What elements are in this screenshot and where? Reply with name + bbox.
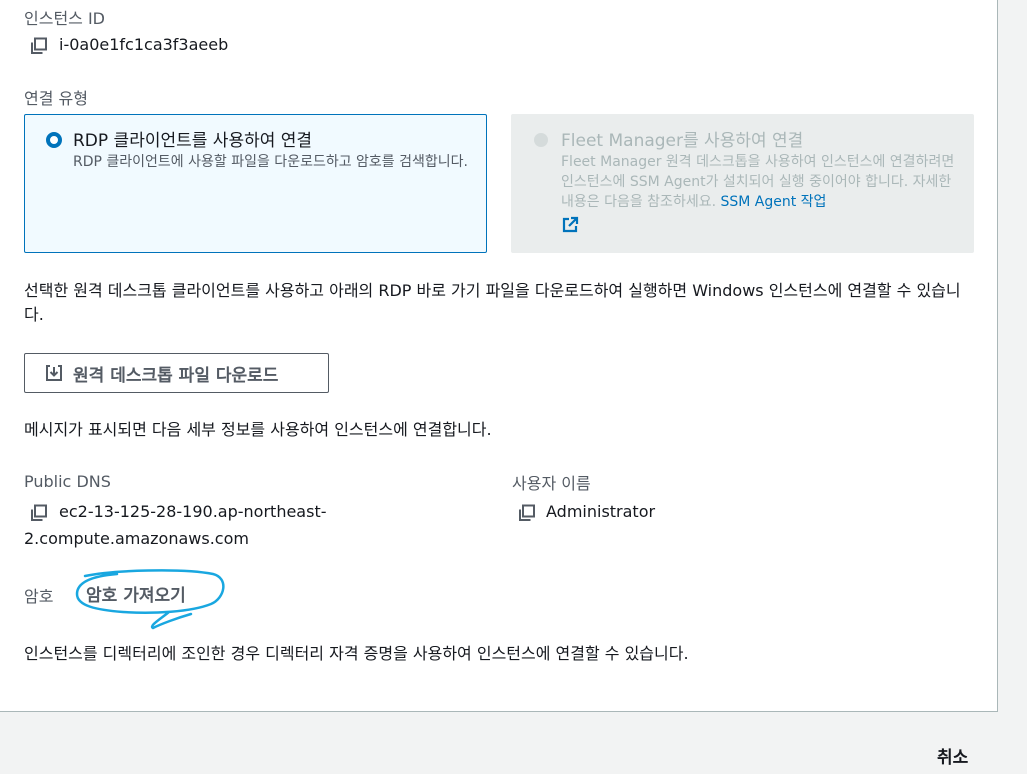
radio-disabled-icon (534, 133, 548, 147)
copy-icon[interactable] (30, 37, 48, 55)
instance-id-label: 인스턴스 ID (24, 9, 106, 28)
external-link-icon[interactable] (561, 216, 579, 240)
rdp-client-option[interactable]: RDP 클라이언트를 사용하여 연결 RDP 클라이언트에 사용할 파일을 다운… (24, 114, 487, 253)
rdp-intro-text: 선택한 원격 데스크톱 클라이언트를 사용하고 아래의 RDP 바로 가기 파일… (24, 281, 961, 324)
fleet-manager-option: Fleet Manager를 사용하여 연결 Fleet Manager 원격 … (511, 114, 974, 253)
rdp-option-title: RDP 클라이언트를 사용하여 연결 (73, 131, 313, 151)
fleet-option-title: Fleet Manager를 사용하여 연결 (561, 131, 804, 151)
connect-panel: 인스턴스 ID i-0a0e1fc1ca3f3aeeb 연결 유형 RDP 클라… (0, 0, 998, 712)
prompt-text: 메시지가 표시되면 다음 세부 정보를 사용하여 인스턴스에 연결합니다. (24, 420, 492, 439)
password-label: 암호 (24, 587, 54, 606)
radio-selected-icon[interactable] (46, 132, 62, 148)
copy-icon[interactable] (30, 504, 48, 522)
get-password-link[interactable]: 암호 가져오기 (86, 581, 186, 606)
directory-note: 인스턴스를 디렉터리에 조인한 경우 디렉터리 자격 증명을 사용하여 인스턴스… (24, 644, 689, 663)
username-label: 사용자 이름 (512, 474, 591, 493)
public-dns-label: Public DNS (24, 472, 111, 491)
rdp-option-description: RDP 클라이언트에 사용할 파일을 다운로드하고 암호를 검색합니다. (73, 154, 468, 170)
download-rdp-file-button[interactable]: 원격 데스크톱 파일 다운로드 (24, 353, 329, 393)
public-dns-value-line2: 2.compute.amazonaws.com (24, 529, 249, 548)
copy-icon[interactable] (518, 504, 536, 522)
connection-type-label: 연결 유형 (24, 89, 88, 108)
cancel-button[interactable]: 취소 (937, 743, 968, 768)
fleet-option-description: Fleet Manager 원격 데스크톱을 사용하여 인스턴스에 연결하려면 … (561, 152, 956, 240)
download-icon (45, 364, 63, 382)
download-button-label: 원격 데스크톱 파일 다운로드 (73, 365, 279, 386)
username-value: Administrator (546, 502, 656, 521)
ssm-agent-link[interactable]: SSM Agent 작업 (720, 194, 826, 210)
public-dns-value-line1: ec2-13-125-28-190.ap-northeast- (59, 502, 327, 521)
instance-id-value: i-0a0e1fc1ca3f3aeeb (59, 35, 229, 54)
